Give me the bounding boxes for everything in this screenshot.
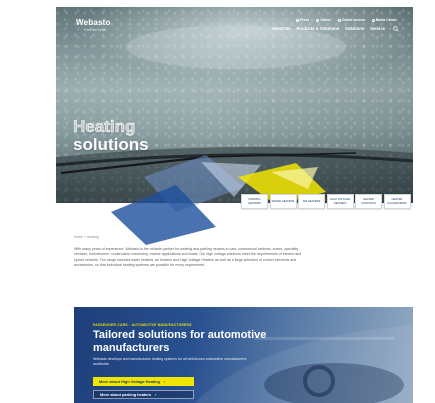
- intro-paragraph: With many years of experience, Webasto i…: [74, 247, 302, 267]
- tab-parking-heaters[interactable]: Parking heaters: [241, 194, 268, 209]
- arrow-right-icon: ›: [163, 379, 166, 384]
- breadcrumb[interactable]: Home > Heating: [74, 235, 99, 239]
- car-interior-image: [194, 325, 413, 403]
- button-label: More about High Voltage Heating: [99, 379, 160, 384]
- tab-high-voltage-heaters[interactable]: High voltage heaters: [326, 194, 354, 209]
- tab-air-heaters[interactable]: Air heaters: [298, 194, 325, 209]
- automotive-banner: PASSENGER CARS · AUTOMOTIVE MANUFACTURER…: [74, 307, 413, 403]
- banner-title: Tailored solutions for automotive manufa…: [93, 329, 267, 354]
- button-label: More about parking heaters: [100, 392, 152, 397]
- tab-heater-controls[interactable]: Heater controls: [355, 194, 382, 209]
- banner-eyebrow: PASSENGER CARS · AUTOMOTIVE MANUFACTURER…: [93, 323, 192, 327]
- decorative-shapes: [111, 155, 326, 245]
- parking-heaters-button[interactable]: More about parking heaters ›: [93, 390, 194, 399]
- page: Webasto Feel the Drive Press Career Deal…: [56, 7, 413, 403]
- category-tabs: Parking heaters Water heaters Air heater…: [241, 194, 411, 209]
- high-voltage-heating-button[interactable]: More about High Voltage Heating ›: [93, 377, 194, 386]
- arrow-right-icon: ›: [155, 392, 157, 397]
- tab-water-heaters[interactable]: Water heaters: [269, 194, 297, 209]
- tab-heater-accessories[interactable]: Heater accessories: [383, 194, 411, 209]
- banner-text: Webasto develops and manufactures heatin…: [93, 357, 247, 366]
